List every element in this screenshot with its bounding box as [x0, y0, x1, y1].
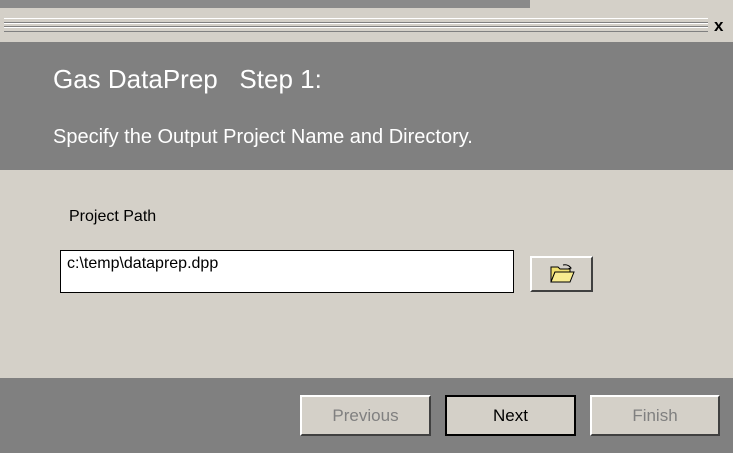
folder-open-icon — [550, 264, 575, 283]
close-button[interactable]: x — [714, 15, 733, 37]
title-bar[interactable]: x — [0, 10, 733, 42]
wizard-footer: Previous Next Finish — [0, 378, 733, 453]
next-button[interactable]: Next — [445, 395, 576, 436]
top-strip — [0, 0, 733, 10]
title-bar-grip[interactable] — [4, 18, 708, 32]
step-label: Step 1: — [239, 64, 322, 94]
project-path-label: Project Path — [69, 208, 157, 225]
wizard-content: Project Path — [0, 170, 733, 378]
background-window-edge — [0, 0, 530, 8]
project-path-input[interactable] — [60, 250, 514, 293]
app-name: Gas DataPrep — [53, 64, 218, 94]
browse-button[interactable] — [530, 256, 593, 292]
wizard-title: Gas DataPrep Step 1: — [53, 64, 322, 95]
wizard-header: Gas DataPrep Step 1: Specify the Output … — [0, 42, 733, 170]
finish-button[interactable]: Finish — [590, 395, 720, 436]
wizard-subtitle: Specify the Output Project Name and Dire… — [53, 126, 473, 148]
previous-button[interactable]: Previous — [300, 395, 431, 436]
